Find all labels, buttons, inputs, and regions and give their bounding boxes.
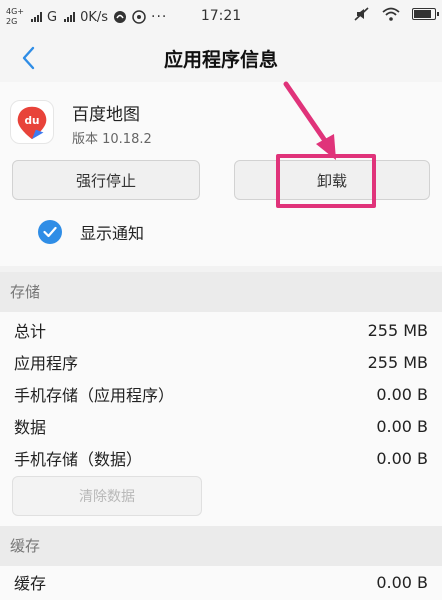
cache-row: 缓存 0.00 B — [14, 566, 428, 598]
storage-row-phone-data: 手机存储（数据） 0.00 B — [14, 442, 428, 474]
storage-row-phone-app: 手机存储（应用程序） 0.00 B — [14, 378, 428, 410]
storage-row-app: 应用程序 255 MB — [14, 346, 428, 378]
mute-icon — [354, 7, 369, 21]
app-name: 百度地图 — [72, 105, 140, 125]
show-notifications-row[interactable]: 显示通知 — [38, 220, 144, 244]
row-label: 应用程序 — [14, 354, 79, 373]
app-version: 版本 10.18.2 — [72, 132, 152, 147]
row-label: 总计 — [14, 322, 47, 341]
header-bar: 应用程序信息 — [0, 34, 442, 82]
row-value: 0.00 B — [376, 448, 428, 468]
status-bar: 4G+ 2G G 0K/s ··· 17:21 — [0, 0, 442, 34]
baidu-maps-app-icon: du — [10, 100, 54, 144]
row-label: 数据 — [14, 418, 47, 437]
row-label: 缓存 — [14, 574, 47, 593]
row-value: 255 MB — [367, 320, 428, 340]
row-label: 手机存储（数据） — [14, 450, 143, 469]
storage-row-total: 总计 255 MB — [14, 314, 428, 346]
page-title: 应用程序信息 — [163, 49, 278, 71]
force-stop-button[interactable]: 强行停止 — [12, 160, 200, 200]
row-value: 0.00 B — [376, 384, 428, 404]
row-label: 手机存储（应用程序） — [14, 386, 175, 405]
storage-row-data: 数据 0.00 B — [14, 410, 428, 442]
cache-panel: 缓存 0.00 B — [0, 566, 442, 600]
wifi-icon — [382, 7, 400, 21]
app-info-card: du 百度地图 版本 10.18.2 强行停止 卸载 显示通知 — [0, 81, 442, 266]
annotation-highlight-box — [276, 154, 376, 208]
row-value: 255 MB — [367, 352, 428, 372]
status-right — [354, 6, 439, 22]
row-value: 0.00 B — [376, 416, 428, 436]
show-notifications-label: 显示通知 — [80, 224, 145, 243]
row-value: 0.00 B — [376, 572, 428, 592]
storage-panel: 总计 255 MB 应用程序 255 MB 手机存储（应用程序） 0.00 B … — [0, 312, 442, 526]
app-icon-text: du — [25, 115, 40, 127]
clear-data-button[interactable]: 清除数据 — [12, 476, 202, 516]
cache-section-header: 缓存 — [0, 526, 442, 566]
storage-section-header: 存储 — [0, 272, 442, 312]
battery-icon — [412, 8, 439, 20]
checkmark-icon[interactable] — [38, 220, 62, 244]
